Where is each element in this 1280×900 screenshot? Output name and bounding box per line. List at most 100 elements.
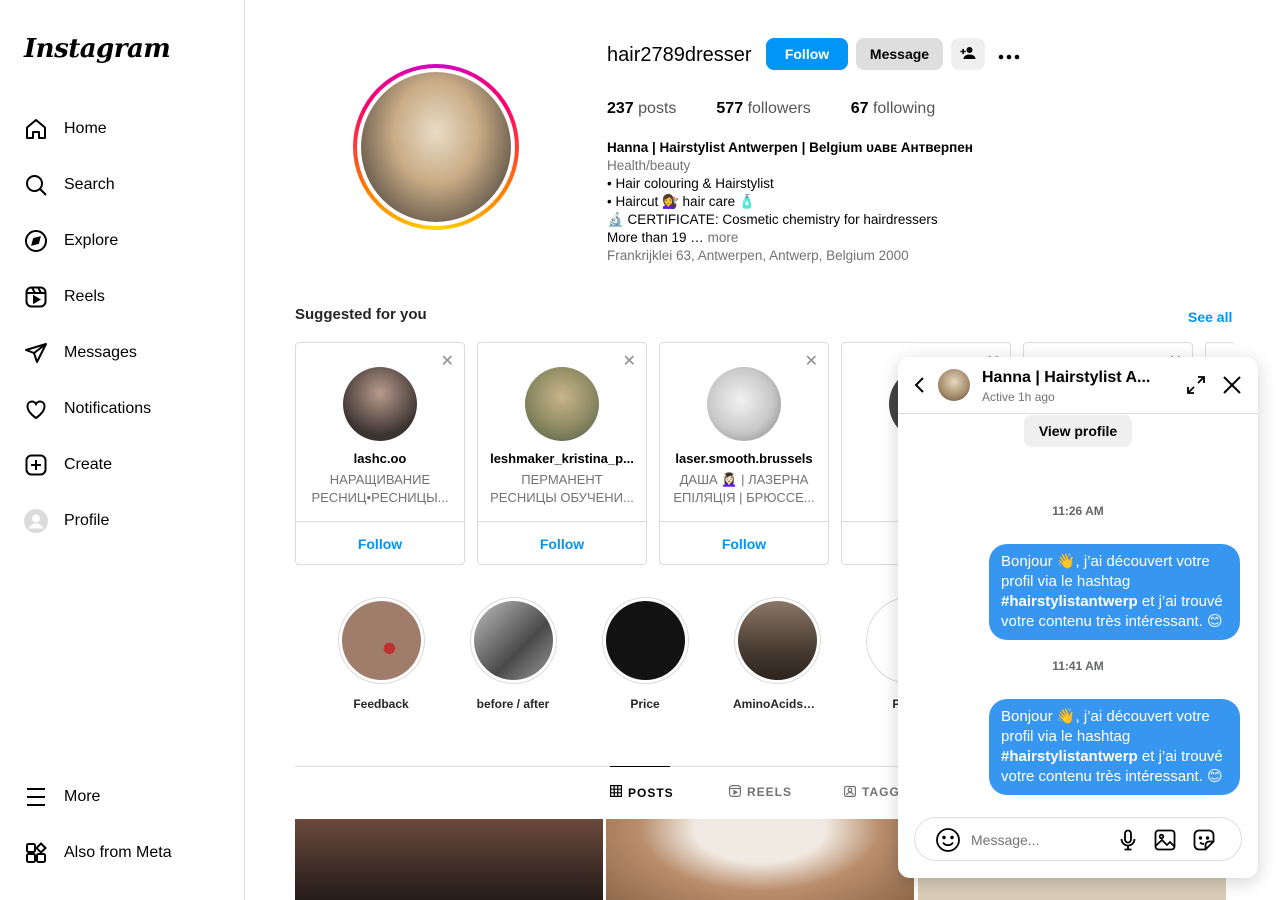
dismiss-icon[interactable]: ✕ — [805, 351, 818, 371]
highlight[interactable]: AminoAcidsR... — [733, 597, 821, 711]
plus-square-icon — [24, 453, 48, 477]
instagram-logo[interactable]: Instagram — [24, 34, 171, 64]
close-icon[interactable] — [1222, 375, 1242, 395]
emoji-icon[interactable] — [935, 827, 961, 853]
message-input[interactable] — [971, 828, 1111, 852]
image-icon[interactable] — [1153, 828, 1177, 852]
profile-stats: 237 posts 577 followers 67 following — [607, 100, 935, 118]
highlight-ring — [601, 597, 689, 684]
suggested-card[interactable]: ✕ leshmaker_kristina_p... ПЕРМАНЕНТ РЕСНИ… — [477, 342, 647, 565]
suggested-avatar[interactable] — [343, 367, 417, 441]
menu-icon — [24, 785, 48, 809]
following-stat[interactable]: 67 following — [851, 100, 936, 118]
sidebar-item-explore[interactable]: Explore — [12, 217, 232, 265]
sidebar: Instagram Home Search Explore Reels Mess… — [0, 0, 245, 900]
back-arrow-icon[interactable] — [912, 374, 928, 396]
sidebar-item-label: More — [64, 788, 101, 805]
profile-username: hair2789dresser — [607, 44, 752, 66]
profile-avatar-story-ring[interactable] — [353, 64, 519, 230]
tab-posts[interactable]: POSTS — [610, 766, 673, 818]
suggested-username[interactable]: laser.smooth.brussels — [668, 451, 820, 466]
suggested-follow-button[interactable]: Follow — [478, 521, 646, 564]
microphone-icon[interactable] — [1116, 828, 1140, 852]
meta-apps-icon — [24, 841, 48, 865]
sidebar-item-create[interactable]: Create — [12, 441, 232, 489]
dismiss-icon[interactable]: ✕ — [623, 351, 636, 371]
more-dots-icon — [998, 43, 1020, 66]
chat-contact-name[interactable]: Hanna | Hairstylist A... — [982, 369, 1157, 387]
sidebar-item-more[interactable]: More — [12, 773, 232, 821]
bio-line: • Haircut 💇‍♀️ hair care 🧴 — [607, 194, 756, 209]
chat-status: Active 1h ago — [982, 390, 1055, 404]
suggested-username[interactable]: leshmaker_kristina_p... — [486, 451, 638, 466]
highlight[interactable]: Price — [601, 597, 689, 711]
message-composer — [914, 817, 1242, 861]
expand-icon[interactable] — [1186, 375, 1206, 395]
suggested-avatar[interactable] — [707, 367, 781, 441]
post-thumbnail[interactable] — [295, 819, 603, 900]
suggested-title: Suggested for you — [295, 306, 427, 323]
sidebar-item-notifications[interactable]: Notifications — [12, 385, 232, 433]
chat-window: Hanna | Hairstylist A... Active 1h ago V… — [898, 357, 1258, 878]
sidebar-item-profile[interactable]: Profile — [12, 497, 232, 545]
bio-name: Hanna | Hairstylist Antwerpen | Belgium … — [607, 140, 973, 155]
bio-more-link[interactable]: more — [708, 230, 739, 245]
reels-icon — [729, 784, 742, 800]
message-bubble[interactable]: Bonjour 👋, j’ai découvert votre profil v… — [989, 544, 1240, 640]
highlight[interactable]: before / after — [469, 597, 557, 711]
sidebar-item-also-from-meta[interactable]: Also from Meta — [12, 829, 232, 877]
sticker-icon[interactable] — [1192, 828, 1216, 852]
highlight-cover — [341, 601, 421, 680]
sidebar-item-label: Messages — [64, 344, 137, 361]
message-button[interactable]: Message — [856, 38, 943, 70]
highlight-ring — [733, 597, 821, 684]
sidebar-item-label: Search — [64, 176, 115, 193]
message-timestamp: 11:26 AM — [1052, 504, 1104, 518]
see-all-link[interactable]: See all — [1188, 309, 1232, 325]
bio-address[interactable]: Frankrijklei 63, Antwerpen, Antwerp, Bel… — [607, 247, 1027, 265]
compass-icon — [24, 229, 48, 253]
sidebar-item-label: Profile — [64, 512, 110, 529]
grid-icon — [610, 785, 623, 800]
suggested-card[interactable]: ✕ lashc.oo НАРАЩИВАНИЕ РЕСНИЦ•РЕСНИЦЫ... … — [295, 342, 465, 565]
followers-stat[interactable]: 577 followers — [716, 100, 810, 118]
posts-stat: 237 posts — [607, 100, 677, 117]
search-icon — [24, 173, 48, 197]
message-bubble[interactable]: Bonjour 👋, j’ai découvert votre profil v… — [989, 699, 1240, 795]
chat-avatar[interactable] — [938, 369, 970, 401]
sidebar-item-label: Home — [64, 120, 107, 137]
sidebar-item-label: Explore — [64, 232, 119, 249]
chat-header: Hanna | Hairstylist A... Active 1h ago — [898, 357, 1258, 414]
sidebar-item-label: Also from Meta — [64, 844, 172, 861]
suggested-description: ПЕРМАНЕНТ РЕСНИЦЫ ОБУЧЕНИ... — [490, 472, 634, 505]
suggested-follow-button[interactable]: Follow — [296, 521, 464, 564]
sidebar-item-home[interactable]: Home — [12, 105, 232, 153]
highlight-label: before / after — [476, 697, 550, 711]
highlight-label: AminoAcidsR... — [733, 697, 821, 711]
suggested-card[interactable]: ✕ laser.smooth.brussels ДАША 💆🏻‍♀️ | ЛАЗ… — [659, 342, 829, 565]
sidebar-item-search[interactable]: Search — [12, 161, 232, 209]
sidebar-item-messages[interactable]: Messages — [12, 329, 232, 377]
add-user-icon — [959, 44, 977, 65]
highlight-ring — [469, 597, 557, 684]
highlight-ring — [337, 597, 425, 684]
suggested-follow-button[interactable]: Follow — [660, 521, 828, 564]
dismiss-icon[interactable]: ✕ — [441, 351, 454, 371]
follow-button[interactable]: Follow — [766, 38, 848, 70]
message-timestamp: 11:41 AM — [1052, 659, 1104, 673]
highlight-cover — [737, 601, 817, 680]
bio-line: • Hair colouring & Hairstylist — [607, 176, 774, 191]
sidebar-item-reels[interactable]: Reels — [12, 273, 232, 321]
reels-icon — [24, 285, 48, 309]
options-button[interactable] — [993, 38, 1025, 70]
highlight-label: Feedback — [353, 697, 409, 711]
suggested-username[interactable]: lashc.oo — [304, 451, 456, 466]
highlight[interactable]: Feedback — [337, 597, 425, 711]
suggested-avatar[interactable] — [525, 367, 599, 441]
heart-icon — [24, 397, 48, 421]
suggest-users-button[interactable] — [951, 38, 985, 70]
suggested-description: ДАША 💆🏻‍♀️ | ЛАЗЕРНА ЕПІЛЯЦІЯ | БРЮССЕ... — [673, 472, 815, 505]
tab-reels[interactable]: REELS — [729, 766, 792, 818]
post-thumbnail[interactable] — [606, 819, 914, 900]
view-profile-button[interactable]: View profile — [1024, 415, 1132, 447]
